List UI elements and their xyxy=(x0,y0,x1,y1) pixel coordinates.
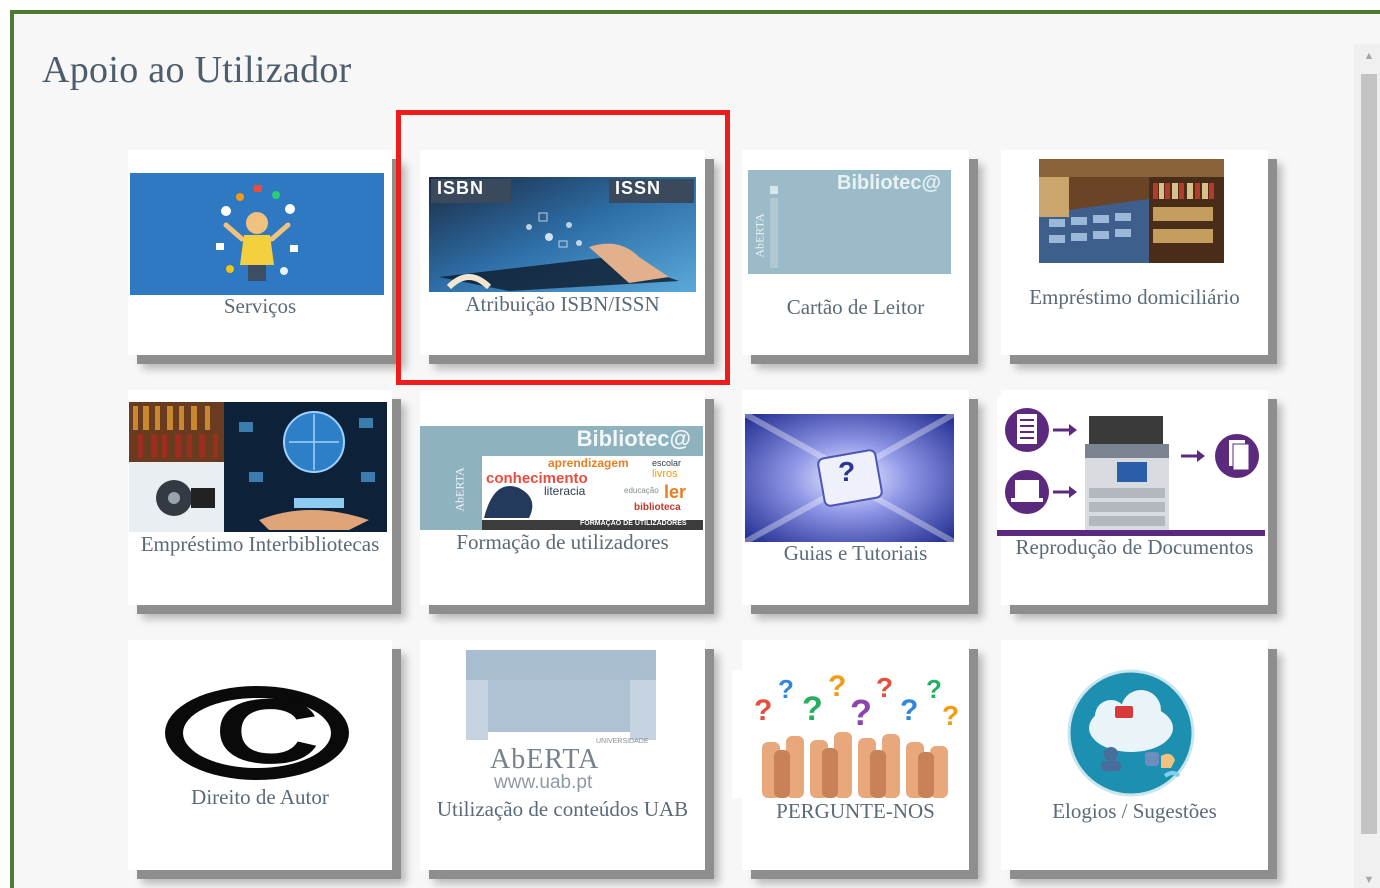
tile-emprestimo-interbibliotecas[interactable]: Empréstimo Interbibliotecas xyxy=(128,390,392,605)
uab-logo-url: www.uab.pt xyxy=(494,772,593,793)
formacao-wordcloud-icon: Bibliotec@ AbERTA aprendizagem escolar l… xyxy=(420,426,703,530)
tile-direito-de-autor[interactable]: C Direito de Autor xyxy=(128,640,392,870)
question-glyph: ? xyxy=(754,694,773,727)
word-ler: ler xyxy=(664,482,687,502)
tile-label: Utilização de conteúdos UAB xyxy=(436,797,689,821)
question-glyph: ? xyxy=(850,692,872,733)
vertical-scrollbar[interactable]: ▲ ▼ xyxy=(1354,44,1380,888)
word-livros: livros xyxy=(652,468,678,480)
question-glyph: ? xyxy=(778,674,794,704)
word-escolar: escolar xyxy=(652,458,682,468)
aberta-side-text: AbERTA xyxy=(452,467,467,512)
tile-atribuicao-isbn-issn[interactable]: ISBN ISSN Atribuição ISBN/ISSN xyxy=(420,150,705,355)
tile-elogios-sugestoes[interactable]: Elogios / Sugestões xyxy=(1001,640,1268,870)
interlibrary-globe-icon xyxy=(129,402,387,532)
tile-emprestimo-domiciliario[interactable]: Empréstimo domiciliário xyxy=(1001,150,1268,355)
tile-label: Reprodução de Documentos xyxy=(1015,535,1254,559)
page-title: Apoio ao Utilizador xyxy=(42,49,352,91)
uab-small-text: UNIVERSIDADE xyxy=(596,738,649,745)
tile-label: Guias e Tutoriais xyxy=(783,541,928,565)
question-key-icon: ? xyxy=(745,414,954,542)
tile-label: Elogios / Sugestões xyxy=(1052,799,1217,823)
tile-label: Formação de utilizadores xyxy=(456,530,669,554)
tile-utilizacao-de-conteudos-uab[interactable]: UNIVERSIDADE AbERTA www.uab.pt Utilizaçã… xyxy=(420,640,705,870)
question-glyph: ? xyxy=(900,694,919,727)
tile-cartao-de-leitor[interactable]: Bibliotec@ AbERTA Cartão de Leitor xyxy=(742,150,969,355)
tile-label: Atribuição ISBN/ISSN xyxy=(465,292,660,316)
question-glyph: ? xyxy=(802,690,823,728)
scroll-thumb[interactable] xyxy=(1361,74,1377,834)
isbn-issn-tablet-icon: ISBN ISSN xyxy=(429,177,696,292)
tile-servicos[interactable]: Serviços xyxy=(128,150,392,355)
library-shelves-icon xyxy=(1039,159,1224,263)
brand-text: Bibliotec@ xyxy=(576,426,691,451)
question-glyph: ? xyxy=(876,672,894,703)
question-key-glyph: ? xyxy=(838,456,856,487)
word-literacia: literacia xyxy=(544,484,586,498)
issn-badge: ISSN xyxy=(615,178,662,198)
copier-documents-icon xyxy=(997,396,1265,536)
aberta-side-text: AbERTA xyxy=(752,213,767,258)
tile-guias-e-tutoriais[interactable]: ? Guias e Tutoriais xyxy=(742,390,969,605)
tile-formacao-de-utilizadores[interactable]: Bibliotec@ AbERTA aprendizagem escolar l… xyxy=(420,390,705,605)
question-hands-icon: ? ? ? ? ? ? ? ? ? xyxy=(732,670,968,798)
word-biblioteca: biblioteca xyxy=(634,502,681,513)
servicos-illustration-icon xyxy=(130,173,384,295)
biblioteca-card-icon: Bibliotec@ AbERTA xyxy=(748,170,951,274)
tile-label: Serviços xyxy=(223,294,297,318)
question-glyph: ? xyxy=(926,674,942,704)
tile-label: Direito de Autor xyxy=(191,785,329,809)
copyright-symbol-icon: C xyxy=(154,682,360,784)
tile-label: Empréstimo Interbibliotecas xyxy=(140,532,380,556)
feedback-cloud-icon xyxy=(1015,666,1247,800)
formacao-footer-text: FORMAÇÃO DE UTILIZADORES xyxy=(580,520,687,527)
isbn-badge: ISBN xyxy=(437,178,485,198)
scroll-down-icon[interactable]: ▼ xyxy=(1354,868,1380,888)
brand-text: Bibliotec@ xyxy=(837,172,941,194)
scroll-up-icon[interactable]: ▲ xyxy=(1354,44,1380,68)
tile-label: Cartão de Leitor xyxy=(786,295,925,319)
question-glyph: ? xyxy=(828,670,847,703)
word-aprendizagem: aprendizagem xyxy=(548,456,629,470)
word-educacao: educação xyxy=(624,486,659,495)
tile-reproducao-de-documentos[interactable]: Reprodução de Documentos xyxy=(997,390,1268,605)
tile-label: PERGUNTE-NOS xyxy=(776,799,935,823)
tile-pergunte-nos[interactable]: ? ? ? ? ? ? ? ? ? PERGUNTE-NOS xyxy=(732,640,969,870)
question-glyph: ? xyxy=(942,700,960,731)
uab-logo-icon: UNIVERSIDADE AbERTA www.uab.pt xyxy=(460,650,664,796)
tile-label: Empréstimo domiciliário xyxy=(1029,285,1240,309)
copyright-letter: C xyxy=(214,682,321,783)
